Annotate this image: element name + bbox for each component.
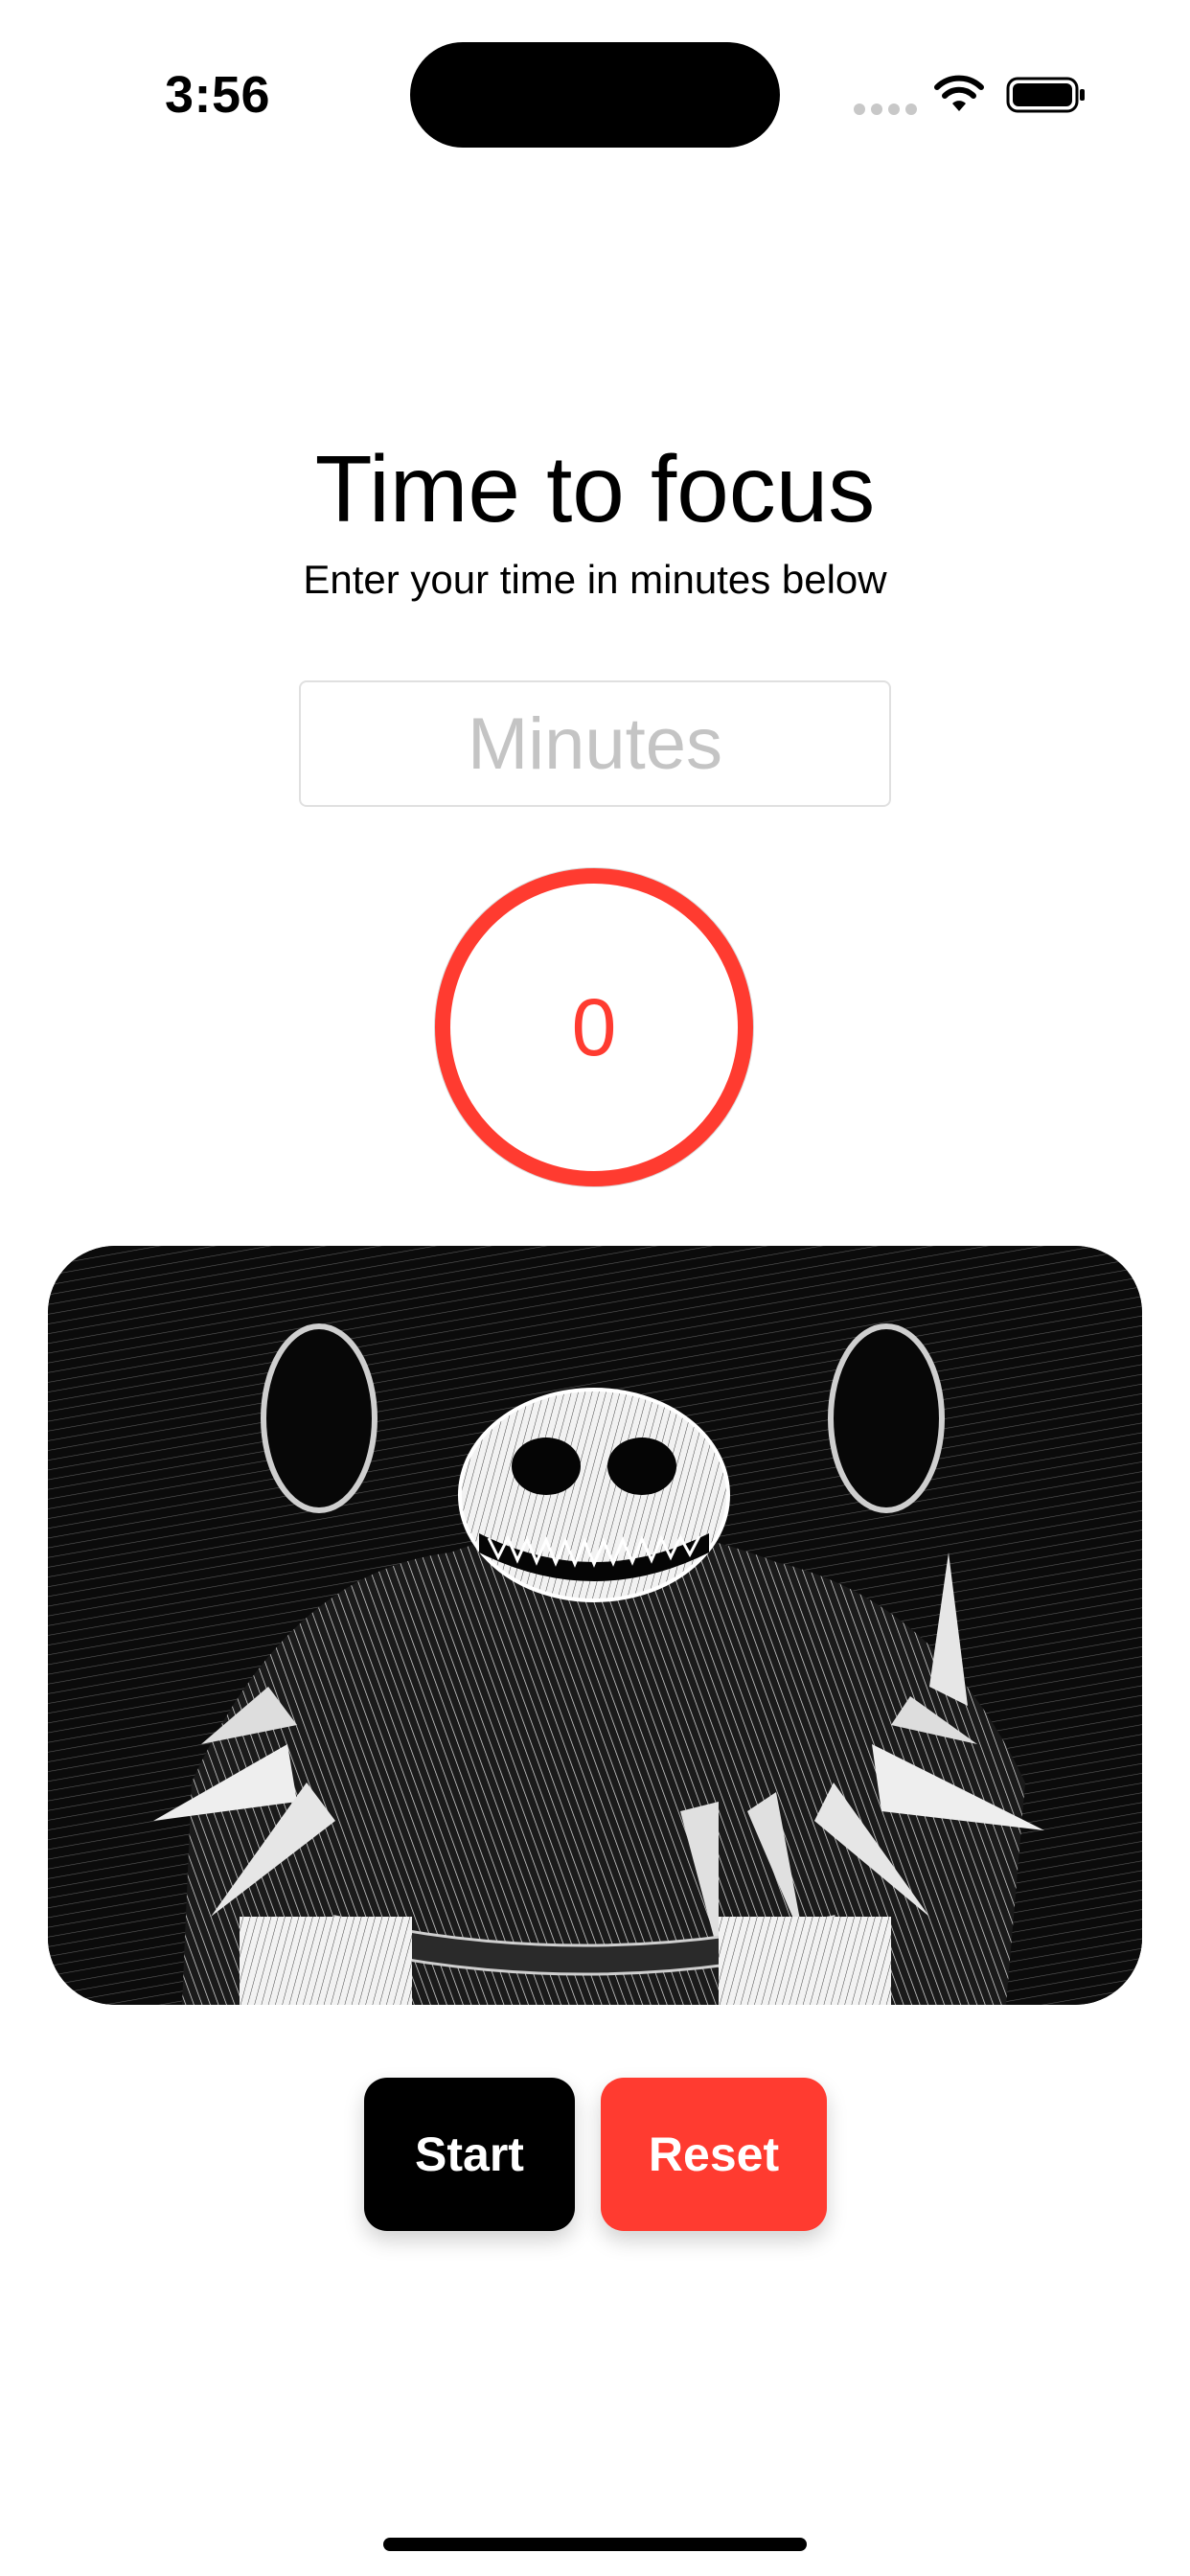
wifi-icon — [934, 75, 984, 111]
start-button[interactable]: Start — [364, 2078, 575, 2231]
reset-button[interactable]: Reset — [601, 2078, 827, 2231]
status-bar: 3:56 — [0, 0, 1190, 192]
timer-value: 0 — [571, 981, 617, 1072]
home-indicator[interactable] — [383, 2538, 807, 2551]
signal-dots-icon — [854, 104, 917, 115]
dynamic-island — [410, 42, 780, 148]
status-time: 3:56 — [165, 66, 271, 124]
minutes-input[interactable] — [299, 680, 891, 807]
page-title: Time to focus — [314, 436, 876, 541]
battery-icon — [1006, 77, 1085, 113]
artwork-image — [48, 1246, 1142, 2005]
page-subtitle: Enter your time in minutes below — [303, 557, 887, 602]
